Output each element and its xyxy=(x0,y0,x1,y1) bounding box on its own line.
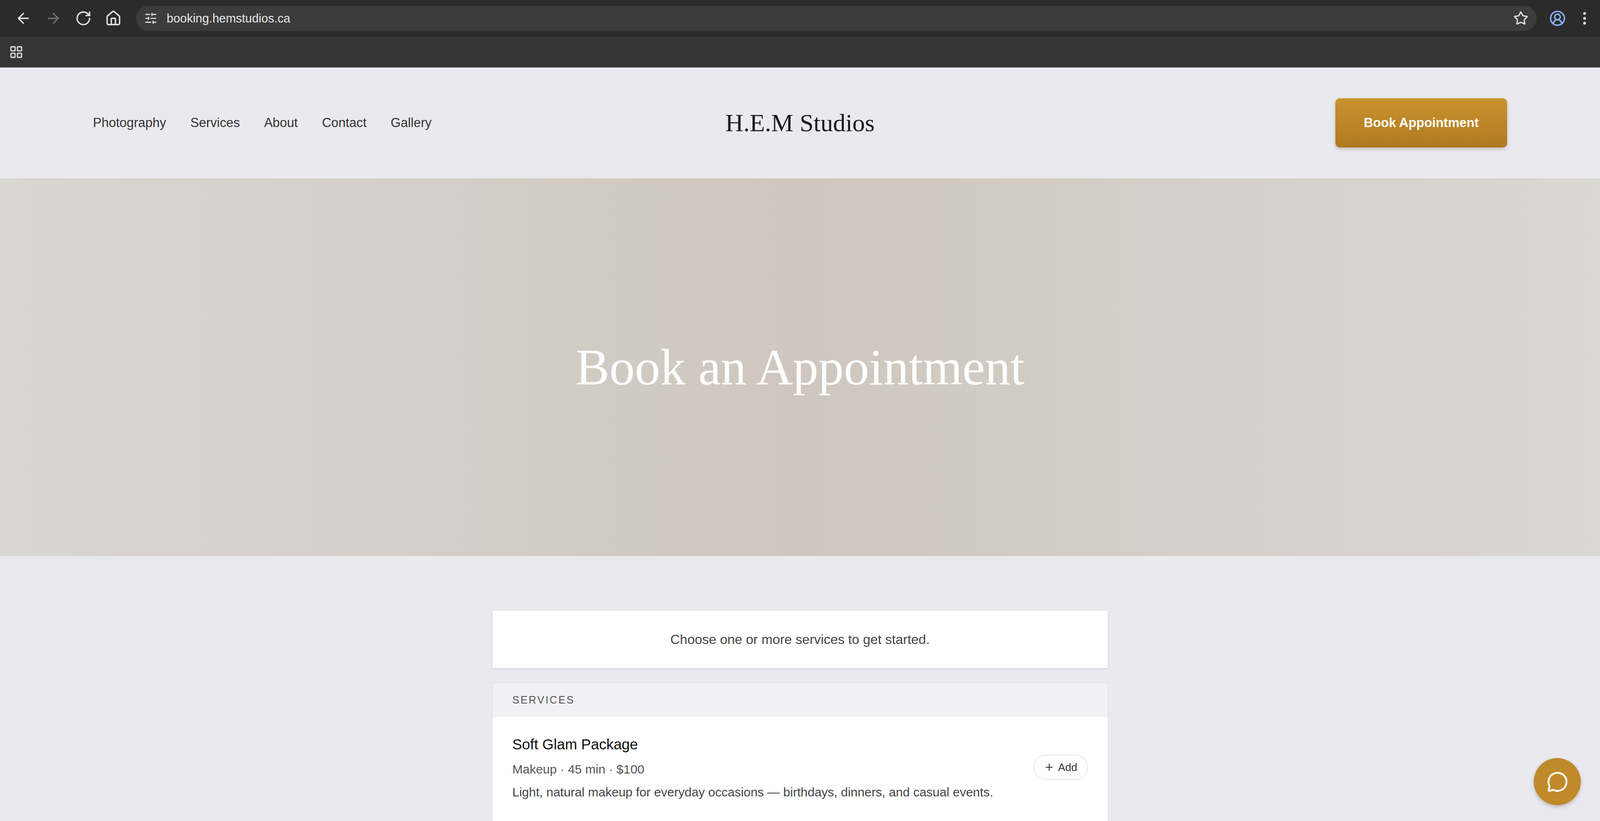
hero-banner: Book an Appointment xyxy=(0,178,1600,557)
add-service-button[interactable]: Add xyxy=(1033,755,1088,780)
nav-link[interactable]: Gallery xyxy=(390,113,432,133)
service-name: Soft Glam Package xyxy=(512,733,1022,756)
home-icon xyxy=(105,10,122,27)
site-header: Photography Services About Contact Gallery H.… xyxy=(0,67,1600,179)
nav-link[interactable]: Services xyxy=(190,113,240,133)
chat-icon xyxy=(1546,771,1569,793)
services-heading: SERVICES xyxy=(492,683,1108,718)
bookmark-star-icon[interactable] xyxy=(1513,10,1529,26)
reload-button[interactable] xyxy=(70,5,97,32)
site-nav: Photography Services About Contact Gallery xyxy=(92,113,726,133)
plus-icon xyxy=(1043,762,1055,773)
bookmarks-bar xyxy=(0,36,1600,68)
site-info-icon[interactable] xyxy=(144,11,158,25)
logo[interactable]: H.E.M Studios xyxy=(725,104,875,142)
url-text: booking.hemstudios.ca xyxy=(166,12,291,25)
menu-icon xyxy=(1576,10,1593,27)
book-appointment-button[interactable]: Book Appointment xyxy=(1335,98,1508,148)
nav-link[interactable]: About xyxy=(264,113,298,133)
forward-icon xyxy=(45,10,62,27)
nav-link[interactable]: Contact xyxy=(322,113,367,133)
menu-button[interactable] xyxy=(1574,5,1595,32)
home-button[interactable] xyxy=(100,5,127,32)
back-button[interactable] xyxy=(10,5,37,32)
reload-icon xyxy=(75,10,92,27)
screen: booking.hemstudios.ca Photography Services… xyxy=(0,0,1600,821)
forward-button[interactable] xyxy=(40,5,67,32)
services-panel: SERVICES Soft Glam Package Makeup · 45 min… xyxy=(492,682,1109,821)
service-description: Light, natural makeup for everyday occas… xyxy=(512,782,1022,802)
prompt-card: Choose one or more services to get start… xyxy=(492,610,1109,669)
service-meta: Makeup · 45 min · $100 xyxy=(512,760,1022,779)
service-row: Soft Glam Package Makeup · 45 min · $100 L… xyxy=(492,717,1108,821)
nav-link[interactable]: Photography xyxy=(92,113,167,133)
prompt-text: Choose one or more services to get start… xyxy=(670,629,930,650)
hero-title: Book an Appointment xyxy=(575,342,1025,393)
address-bar[interactable]: booking.hemstudios.ca xyxy=(135,5,1537,31)
profile-icon xyxy=(1549,10,1566,27)
apps-grid-icon[interactable] xyxy=(9,45,24,60)
chat-button[interactable] xyxy=(1533,758,1581,806)
booking-content: Choose one or more services to get start… xyxy=(0,556,1600,821)
browser-toolbar: booking.hemstudios.ca xyxy=(0,0,1600,37)
profile-button[interactable] xyxy=(1544,5,1571,32)
back-icon xyxy=(15,10,32,27)
